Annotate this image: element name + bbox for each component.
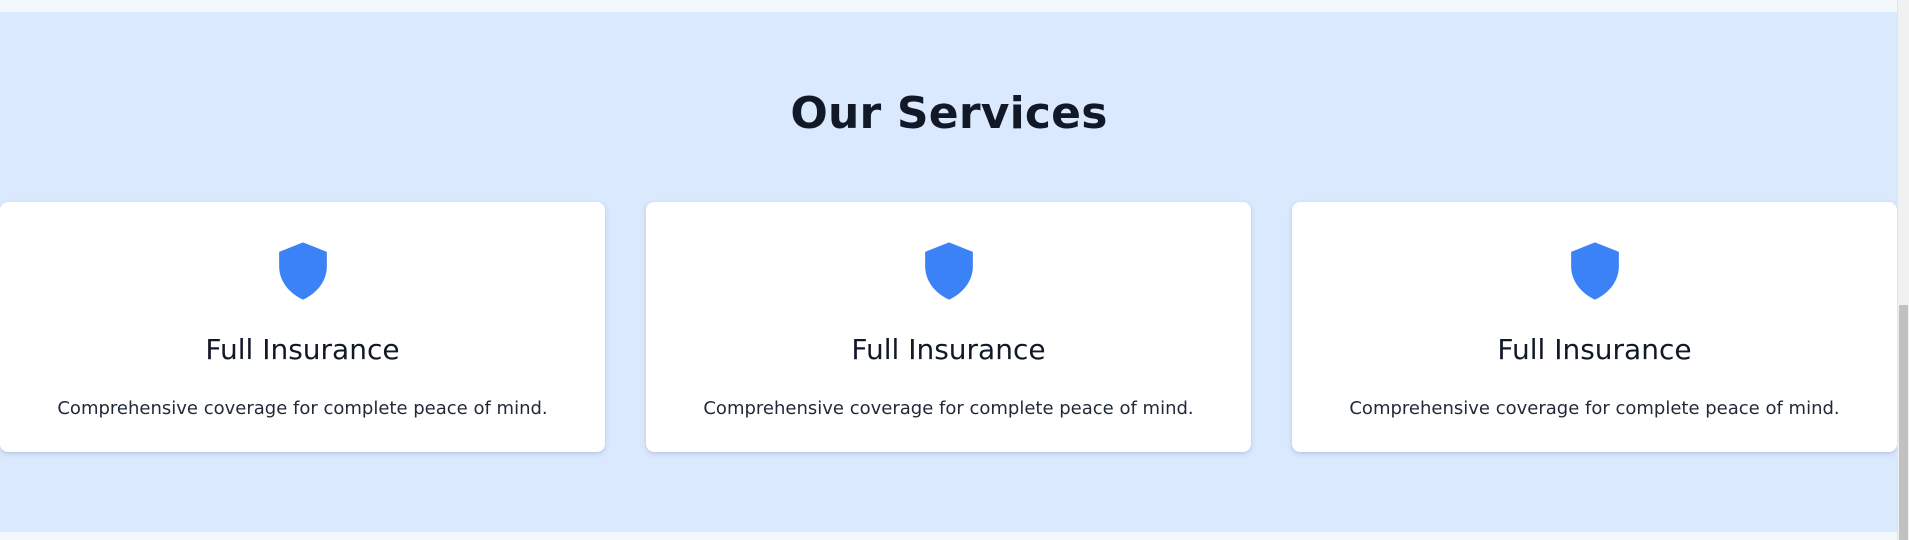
shield-icon <box>274 240 332 302</box>
section-title: Our Services <box>790 88 1108 139</box>
card-title: Full Insurance <box>1497 333 1692 366</box>
shield-icon <box>1566 240 1624 302</box>
services-section: Our Services Full Insurance Comprehensiv… <box>0 12 1898 532</box>
card-title: Full Insurance <box>205 333 400 366</box>
service-card: Full Insurance Comprehensive coverage fo… <box>0 202 605 452</box>
page-viewport: Our Services Full Insurance Comprehensiv… <box>0 0 1909 540</box>
card-description: Comprehensive coverage for complete peac… <box>1349 398 1840 419</box>
card-description: Comprehensive coverage for complete peac… <box>703 398 1194 419</box>
service-card: Full Insurance Comprehensive coverage fo… <box>1292 202 1897 452</box>
scrollbar-thumb[interactable] <box>1899 305 1908 540</box>
card-title: Full Insurance <box>851 333 1046 366</box>
service-card: Full Insurance Comprehensive coverage fo… <box>646 202 1251 452</box>
card-description: Comprehensive coverage for complete peac… <box>57 398 548 419</box>
vertical-scrollbar[interactable] <box>1897 0 1909 540</box>
shield-icon <box>920 240 978 302</box>
